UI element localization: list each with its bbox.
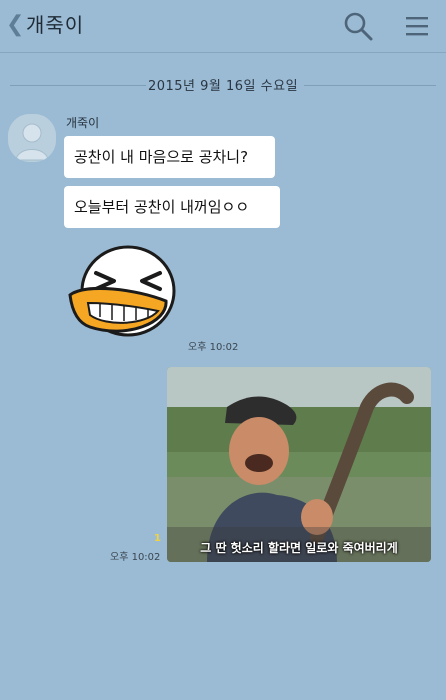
message-bubble[interactable]: 오늘부터 공찬이 내꺼임ㅇㅇ (64, 186, 280, 228)
message-time: 오후 10:02 (110, 552, 161, 563)
default-profile-icon (8, 114, 56, 162)
menu-icon[interactable] (403, 12, 431, 40)
date-divider: 2015년 9월 16일 수요일 (0, 74, 446, 96)
avatar[interactable] (8, 114, 56, 162)
photo-image (167, 367, 431, 562)
search-icon[interactable] (342, 10, 374, 42)
photo-message[interactable]: 그 딴 헛소리 할라면 일로와 죽여버리게 (167, 367, 431, 562)
message-bubble[interactable]: 공찬이 내 마음으로 공차니? (64, 136, 275, 178)
sender-name: 개죽이 (66, 116, 100, 130)
photo-caption: 그 딴 헛소리 할라면 일로와 죽여버리게 (200, 541, 398, 555)
unread-count: 1 (154, 533, 161, 544)
laughing-duck-emoticon[interactable] (66, 243, 180, 341)
chat-title: 개죽이 (26, 13, 85, 37)
back-icon[interactable]: ❮ (6, 10, 24, 40)
chat-header: ❮ 개죽이 (0, 0, 446, 53)
message-time: 오후 10:02 (188, 342, 239, 353)
divider-line-right (304, 85, 436, 86)
